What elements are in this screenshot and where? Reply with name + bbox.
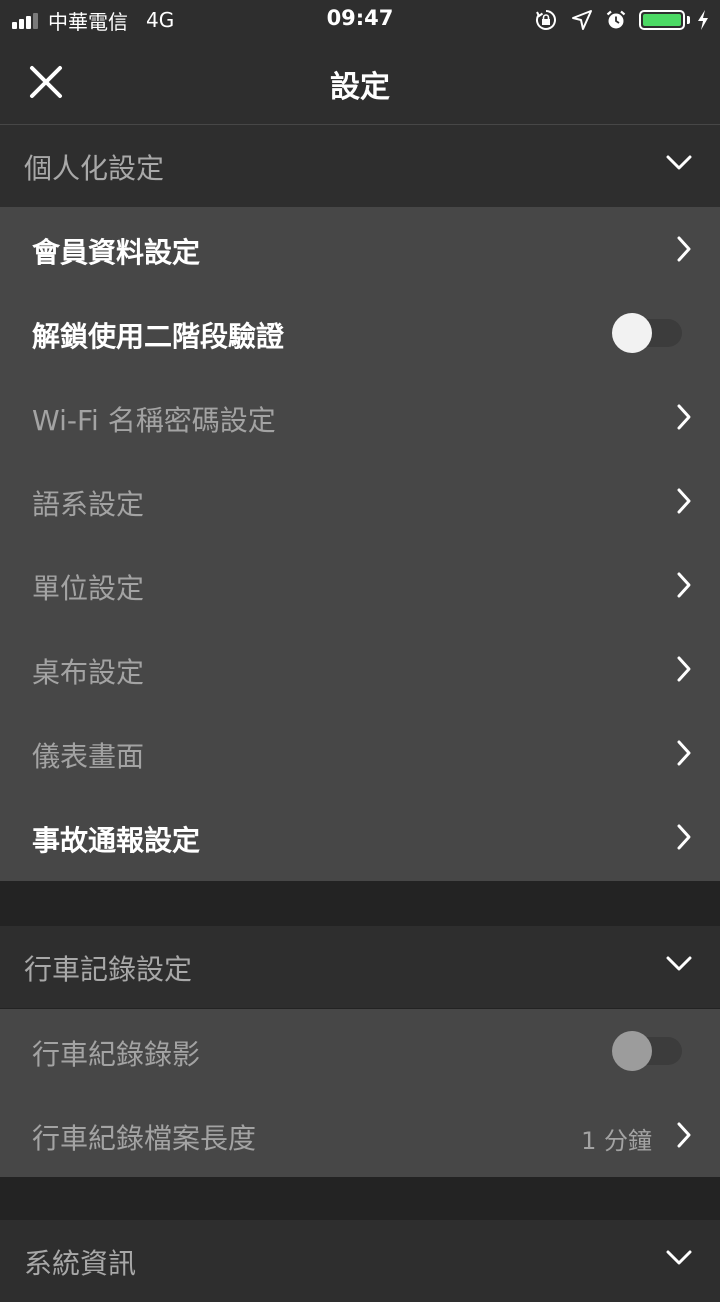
- unit-settings-row[interactable]: 單位設定: [0, 543, 720, 627]
- location-icon: [572, 10, 592, 30]
- chevron-right-icon: [677, 740, 691, 766]
- chevron-down-icon: [666, 956, 692, 971]
- chevron-down-icon: [666, 1250, 692, 1265]
- row-label: 桌布設定: [32, 656, 145, 689]
- row-label: Wi-Fi 名稱密碼設定: [32, 404, 276, 437]
- chevron-right-icon: [677, 1122, 691, 1148]
- page-title: 設定: [330, 70, 390, 105]
- row-label: 儀表畫面: [32, 740, 145, 773]
- chevron-right-icon: [677, 824, 691, 850]
- charging-icon: [698, 10, 708, 30]
- section-title: 個人化設定: [24, 152, 165, 185]
- section-header-system[interactable]: 系統資訊: [0, 1220, 720, 1302]
- row-label: 解鎖使用二階段驗證: [32, 320, 285, 353]
- section-title: 系統資訊: [24, 1247, 137, 1280]
- row-label: 事故通報設定: [32, 824, 201, 857]
- chevron-right-icon: [677, 488, 691, 514]
- wallpaper-settings-row[interactable]: 桌布設定: [0, 627, 720, 711]
- status-bar: 中華電信 4G 09:47: [0, 0, 720, 40]
- section-header-personal[interactable]: 個人化設定: [0, 125, 720, 207]
- personal-settings-list: 會員資料設定 解鎖使用二階段驗證 Wi-Fi 名稱密碼設定 語系設定 單位設定 …: [0, 207, 720, 881]
- accident-report-row[interactable]: 事故通報設定: [0, 795, 720, 879]
- dashcam-recording-toggle[interactable]: [612, 1031, 682, 1071]
- dashcam-recording-row: 行車紀錄錄影: [0, 1009, 720, 1093]
- alarm-icon: [606, 10, 626, 29]
- file-length-value: 1 分鐘: [581, 1127, 652, 1155]
- dashboard-screen-row[interactable]: 儀表畫面: [0, 711, 720, 795]
- chevron-right-icon: [677, 404, 691, 430]
- section-title: 行車記錄設定: [24, 953, 193, 986]
- dashcam-file-length-row[interactable]: 行車紀錄檔案長度 1 分鐘: [0, 1093, 720, 1177]
- battery-icon: [639, 10, 685, 30]
- orientation-lock-icon: [536, 10, 556, 30]
- member-profile-row[interactable]: 會員資料設定: [0, 207, 720, 291]
- chevron-down-icon: [666, 155, 692, 170]
- chevron-right-icon: [677, 236, 691, 262]
- driving-settings-list: 行車紀錄錄影 行車紀錄檔案長度 1 分鐘: [0, 1009, 720, 1177]
- two-factor-toggle[interactable]: [612, 313, 682, 353]
- nav-bar: 設定: [0, 40, 720, 125]
- row-label: 會員資料設定: [32, 236, 201, 269]
- chevron-right-icon: [677, 656, 691, 682]
- row-label: 單位設定: [32, 572, 145, 605]
- chevron-right-icon: [677, 572, 691, 598]
- row-label: 語系設定: [32, 488, 145, 521]
- wifi-settings-row[interactable]: Wi-Fi 名稱密碼設定: [0, 375, 720, 459]
- row-label: 行車紀錄錄影: [32, 1038, 201, 1071]
- row-label: 行車紀錄檔案長度: [32, 1122, 257, 1155]
- section-header-driving[interactable]: 行車記錄設定: [0, 926, 720, 1008]
- language-settings-row[interactable]: 語系設定: [0, 459, 720, 543]
- two-factor-unlock-row: 解鎖使用二階段驗證: [0, 291, 720, 375]
